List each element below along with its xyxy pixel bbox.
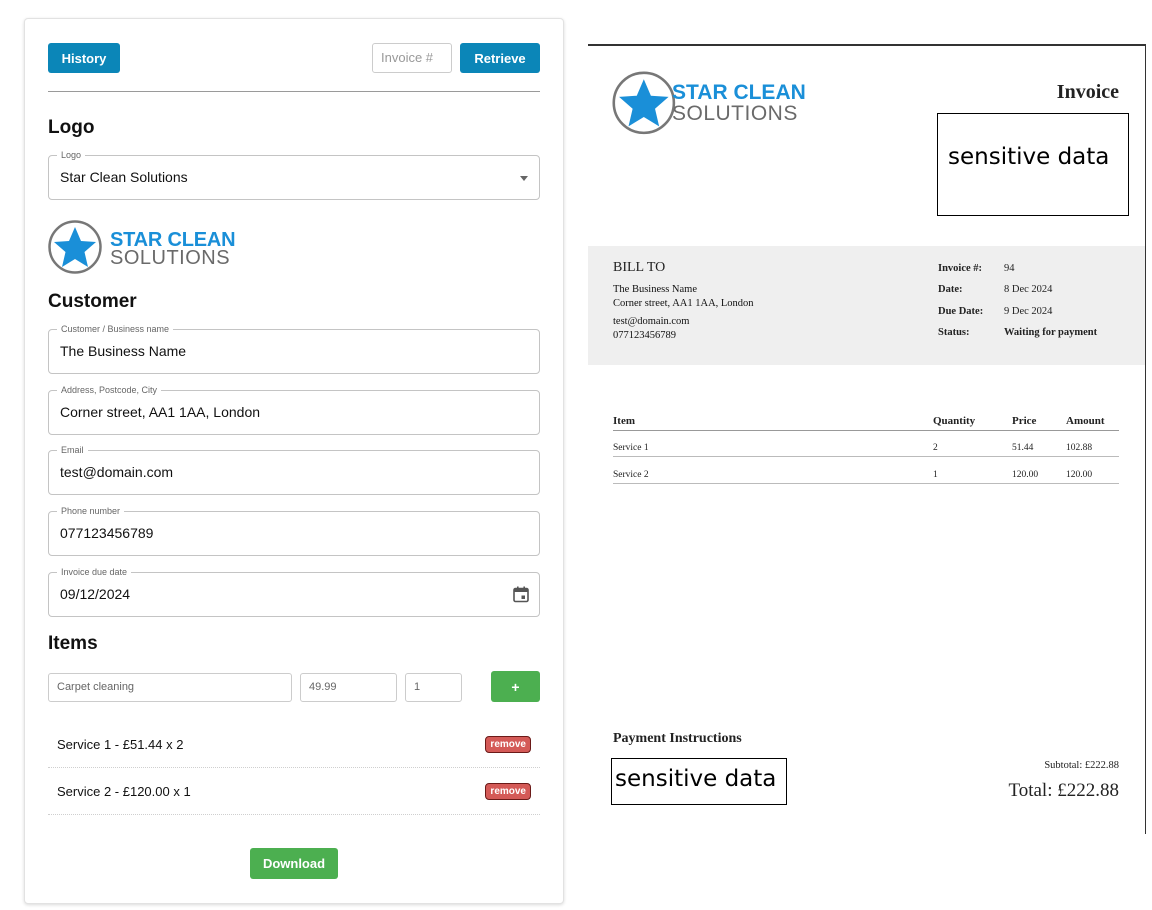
status-label: Status: bbox=[938, 327, 970, 338]
item-text: Service 2 - £120.00 x 1 bbox=[57, 784, 191, 799]
customer-section-title: Customer bbox=[48, 291, 137, 312]
status-value: Waiting for payment bbox=[1004, 327, 1098, 338]
chevron-down-icon bbox=[520, 176, 528, 181]
logo-section-title: Logo bbox=[48, 117, 95, 138]
due-date-label: Due Date: bbox=[938, 306, 984, 317]
invoice-title: Invoice bbox=[1056, 81, 1119, 103]
address-value: Corner street, AA1 1AA, London bbox=[60, 404, 261, 420]
items-section-title: Items bbox=[48, 633, 98, 654]
remove-button[interactable]: remove bbox=[485, 783, 531, 800]
star-logo-icon bbox=[48, 220, 102, 274]
column-header-price: Price bbox=[1012, 415, 1037, 427]
logo-select-value: Star Clean Solutions bbox=[60, 169, 188, 185]
due-date-value: 9 Dec 2024 bbox=[1004, 306, 1053, 317]
add-item-button[interactable]: + bbox=[491, 671, 540, 702]
logo-preview-line2: SOLUTIONS bbox=[110, 247, 231, 269]
subtotal: Subtotal: £222.88 bbox=[1044, 760, 1119, 771]
calendar-icon[interactable] bbox=[513, 586, 529, 603]
date-value: 8 Dec 2024 bbox=[1004, 284, 1053, 295]
email-field[interactable]: Email test@domain.com bbox=[48, 444, 540, 495]
bill-to-section: BILL TO The Business Name Corner street,… bbox=[588, 246, 1145, 365]
list-item: Service 2 - £120.00 x 1 remove bbox=[48, 769, 540, 815]
bill-email: test@domain.com bbox=[613, 316, 690, 327]
list-item: Service 1 - £51.44 x 2 remove bbox=[48, 722, 540, 768]
table-row-line bbox=[613, 456, 1119, 457]
phone-label: Phone number bbox=[57, 505, 125, 517]
address-field[interactable]: Address, Postcode, City Corner street, A… bbox=[48, 384, 540, 435]
divider bbox=[48, 91, 540, 92]
invoice-logo: STAR CLEAN SOLUTIONS bbox=[612, 71, 806, 137]
logo-select[interactable]: Logo Star Clean Solutions bbox=[48, 149, 540, 200]
download-button[interactable]: Download bbox=[250, 848, 338, 879]
item-quantity-input[interactable]: 1 bbox=[405, 673, 462, 702]
phone-value: 077123456789 bbox=[60, 525, 154, 541]
invoice-number-input[interactable]: Invoice # bbox=[372, 43, 452, 73]
sensitive-data-box: sensitive data bbox=[937, 113, 1129, 216]
customer-name-field[interactable]: Customer / Business name The Business Na… bbox=[48, 323, 540, 374]
bill-to-heading: BILL TO bbox=[613, 260, 666, 275]
bill-name: The Business Name bbox=[613, 284, 697, 295]
phone-field[interactable]: Phone number 077123456789 bbox=[48, 505, 540, 556]
column-header-amount: Amount bbox=[1066, 415, 1105, 427]
total: Total: £222.88 bbox=[1008, 780, 1119, 801]
sensitive-data-text: sensitive data bbox=[948, 144, 1110, 170]
remove-button[interactable]: remove bbox=[485, 736, 531, 753]
invoice-number-label: Invoice #: bbox=[938, 263, 983, 274]
customer-name-label: Customer / Business name bbox=[57, 323, 174, 335]
row2-price: 120.00 bbox=[1012, 470, 1039, 480]
invoice-preview: STAR CLEAN SOLUTIONS Invoice sensitive d… bbox=[588, 44, 1146, 834]
address-label: Address, Postcode, City bbox=[57, 384, 162, 396]
due-date-value: 09/12/2024 bbox=[60, 586, 131, 602]
due-date-field[interactable]: Invoice due date 09/12/2024 bbox=[48, 566, 540, 617]
email-label: Email bbox=[57, 444, 88, 456]
row1-amount: 102.88 bbox=[1066, 443, 1093, 453]
bill-phone: 077123456789 bbox=[613, 330, 676, 341]
row1-price: 51.44 bbox=[1012, 443, 1034, 453]
column-header-item: Item bbox=[613, 415, 635, 427]
row2-item: Service 2 bbox=[613, 470, 649, 480]
bill-address: Corner street, AA1 1AA, London bbox=[613, 298, 754, 309]
row2-qty: 1 bbox=[933, 470, 938, 480]
invoice-number-value: 94 bbox=[1004, 263, 1015, 274]
payment-instructions-heading: Payment Instructions bbox=[613, 731, 742, 746]
row1-qty: 2 bbox=[933, 443, 938, 453]
item-text: Service 1 - £51.44 x 2 bbox=[57, 737, 184, 752]
logo-select-label: Logo bbox=[57, 149, 86, 161]
invoice-logo-line2: SOLUTIONS bbox=[672, 102, 798, 125]
date-label: Date: bbox=[938, 284, 963, 295]
sensitive-data-text: sensitive data bbox=[615, 766, 777, 792]
item-description-input[interactable]: Carpet cleaning bbox=[48, 673, 292, 702]
item-price-input[interactable]: 49.99 bbox=[300, 673, 397, 702]
row1-item: Service 1 bbox=[613, 443, 649, 453]
history-button[interactable]: History bbox=[48, 43, 120, 73]
star-logo-icon bbox=[612, 71, 676, 135]
due-date-label: Invoice due date bbox=[57, 566, 132, 578]
email-value: test@domain.com bbox=[60, 464, 174, 480]
row2-amount: 120.00 bbox=[1066, 470, 1093, 480]
customer-name-value: The Business Name bbox=[60, 343, 187, 359]
logo-preview: STAR CLEAN SOLUTIONS bbox=[48, 220, 238, 276]
retrieve-button[interactable]: Retrieve bbox=[460, 43, 540, 73]
table-header-line bbox=[613, 430, 1119, 431]
table-row-line bbox=[613, 483, 1119, 484]
column-header-quantity: Quantity bbox=[933, 415, 976, 427]
sensitive-data-box: sensitive data bbox=[611, 758, 787, 805]
